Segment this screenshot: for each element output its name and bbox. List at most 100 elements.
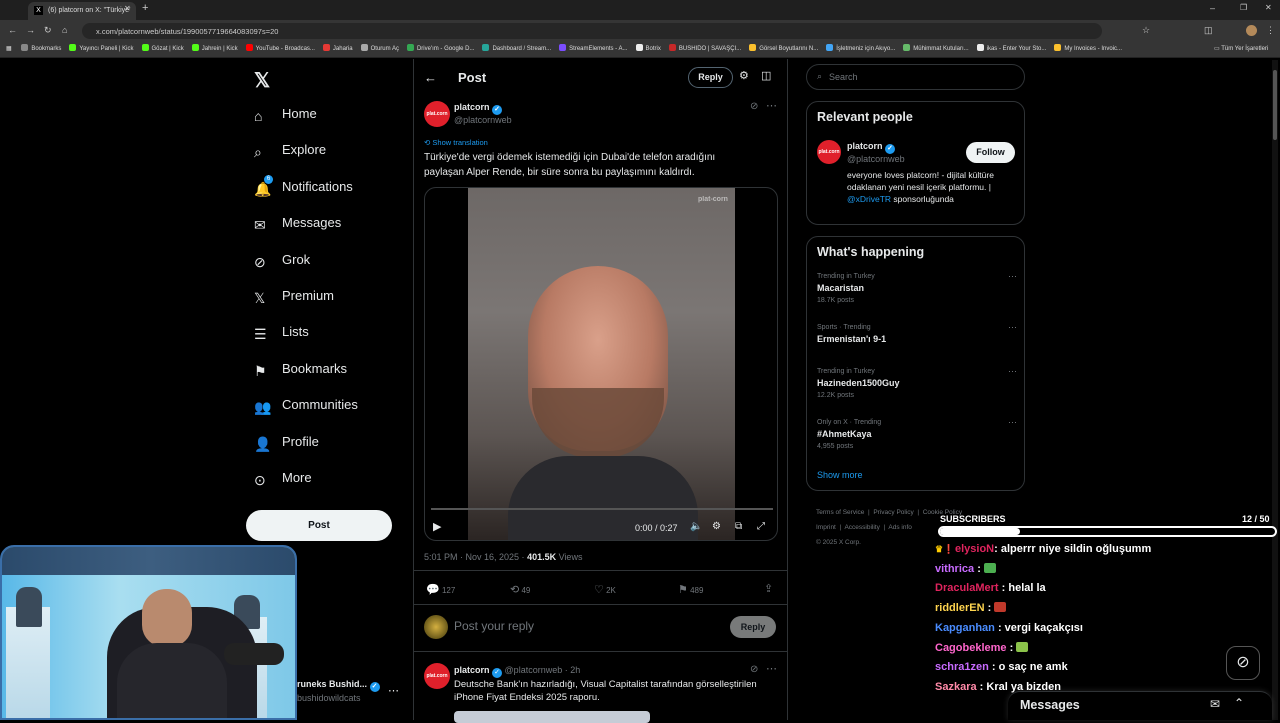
new-tab-icon[interactable]: + (142, 2, 148, 14)
chat-username[interactable]: DraculaMert (935, 582, 999, 594)
nav-item-premium[interactable]: 𝕏 Premium (254, 288, 334, 312)
chat-username[interactable]: riddlerEN (935, 602, 985, 614)
apps-icon[interactable]: ▦ (6, 42, 12, 57)
post-button[interactable]: Post (246, 510, 392, 541)
bookmark-item[interactable]: Mühimmat Kutuları... (903, 42, 969, 57)
chat-username[interactable]: vithrica (935, 563, 974, 575)
bookmark-item[interactable]: StreamElements - A... (559, 42, 628, 57)
reply-author-row[interactable]: platcorn ✓ @platcornweb · 2h (454, 665, 580, 678)
nav-item-home[interactable]: ⌂ Home (254, 106, 317, 130)
page-scrollbar[interactable] (1272, 60, 1278, 720)
reply-image[interactable] (454, 711, 650, 723)
grok-icon[interactable]: ⊘ (750, 101, 758, 112)
nav-item-grok[interactable]: ⊘ Grok (254, 252, 310, 276)
maximize-icon[interactable]: ❐ (1240, 3, 1247, 12)
chat-username[interactable]: Sazkara (935, 681, 977, 693)
header-reply-button[interactable]: Reply (688, 67, 733, 88)
browser-tab[interactable]: X (6) platcorn on X: "Türkiye' (28, 2, 136, 20)
bookmark-item[interactable]: Drive'ım - Google D... (406, 42, 474, 57)
bookmark-item[interactable]: Oturum Aç (360, 42, 399, 57)
forward-icon[interactable]: → (26, 25, 35, 35)
bookmark-item[interactable]: Yayıncı Paneli | Kick (69, 42, 134, 57)
author-avatar[interactable]: plat.corn (424, 101, 450, 127)
person-name-row[interactable]: platcorn ✓ (847, 141, 896, 154)
settings-icon[interactable]: ⚙ (712, 521, 721, 532)
author-handle[interactable]: @platcornweb (454, 115, 512, 125)
chat-username[interactable]: elysioN (955, 543, 994, 555)
bookmark-item[interactable]: Botrix (635, 42, 661, 57)
reply-stat[interactable]: 💬 127 (426, 583, 455, 596)
extensions-icon[interactable]: ◫ (1204, 25, 1213, 36)
chat-username[interactable]: schra1zen (935, 661, 989, 673)
footer-terms[interactable]: Terms of Service (816, 509, 864, 516)
more-options-icon[interactable]: ⋯ (766, 99, 777, 112)
bookmark-item[interactable]: My Invoices - Invoic... (1054, 42, 1122, 57)
bookmark-item[interactable]: İşletmeniz için Akıyo... (826, 42, 895, 57)
author-name-row[interactable]: platcorn ✓ (454, 102, 503, 115)
like-stat[interactable]: ♡ 2K (594, 583, 616, 596)
minimize-icon[interactable]: – (1210, 3, 1215, 13)
my-avatar[interactable] (424, 615, 448, 639)
bookmark-item[interactable]: ikas - Enter Your Sto... (976, 42, 1046, 57)
play-icon[interactable]: ▶ (433, 520, 441, 533)
post-timestamp[interactable]: 5:01 PM · Nov 16, 2025 · (424, 552, 527, 562)
repost-stat[interactable]: ⟲ 49 (510, 583, 530, 596)
bookmark-item[interactable]: Görsel Boyutlarını N... (749, 42, 818, 57)
person-avatar[interactable]: plat.corn (817, 140, 841, 164)
bookmark-item[interactable]: Bookmarks (21, 42, 61, 57)
close-window-icon[interactable]: ✕ (1265, 3, 1272, 12)
bookmark-item[interactable]: Jahrein | Kick (191, 42, 238, 57)
url-field[interactable]: x.com/platcornweb/status/199005771966408… (82, 23, 1102, 39)
reply-input[interactable]: Post your reply (454, 619, 534, 633)
nav-item-profile[interactable]: 👤 Profile (254, 434, 319, 458)
bookmark-item[interactable]: Dashboard / Stream... (482, 42, 551, 57)
nav-item-messages[interactable]: ✉ Messages (254, 215, 341, 239)
pip-icon[interactable]: ⧉ (735, 521, 742, 532)
chat-username[interactable]: Cagobekleme (935, 642, 1007, 654)
bookmark-item[interactable]: Gözat | Kick (141, 42, 184, 57)
home-browser-icon[interactable]: ⌂ (62, 25, 67, 35)
trend-more-icon[interactable]: ⋯ (1008, 366, 1017, 377)
show-more-link[interactable]: Show more (817, 470, 863, 480)
footer-privacy[interactable]: Privacy Policy (873, 509, 913, 516)
fullscreen-icon[interactable]: ⤢ (757, 521, 765, 532)
search-input[interactable]: ⌕ Search (806, 64, 1025, 90)
messages-drawer[interactable]: Messages ✉ ⌃ (1008, 691, 1272, 720)
reply-submit-button[interactable]: Reply (730, 616, 776, 638)
bio-link[interactable]: @xDriveTR (847, 194, 891, 204)
trend-more-icon[interactable]: ⋯ (1008, 417, 1017, 428)
nav-item-notifications[interactable]: 🔔 6 Notifications (254, 174, 353, 203)
close-tab-icon[interactable]: ✕ (124, 4, 131, 13)
person-handle[interactable]: @platcornweb (847, 154, 905, 164)
account-more-icon[interactable]: ⋯ (388, 684, 399, 697)
nav-item-explore[interactable]: ⌕ Explore (254, 142, 326, 166)
nav-item-more[interactable]: ⊙ More (254, 470, 312, 494)
video-player[interactable]: plat-corn ▶ 0:00 / 0:27 🔈 ⚙ ⧉ ⤢ (424, 187, 778, 541)
grok-fab-icon[interactable]: ⊘ (1226, 646, 1260, 680)
video-progress-track[interactable] (431, 508, 773, 510)
follow-button[interactable]: Follow (966, 142, 1015, 163)
back-arrow-icon[interactable]: ← (424, 70, 437, 85)
new-message-icon[interactable]: ✉ (1210, 697, 1220, 711)
x-logo-icon[interactable]: 𝕏 (254, 68, 270, 93)
trend-item[interactable]: Sports · Trending Ermenistan'ı 9-1 ⋯ (817, 322, 1017, 348)
bookmark-item[interactable]: BUSHIDO | SAVAŞÇI... (668, 42, 741, 57)
grok-icon[interactable]: ⊘ (750, 664, 758, 675)
footer-imprint[interactable]: Imprint (816, 524, 836, 531)
trend-more-icon[interactable]: ⋯ (1008, 271, 1017, 282)
nav-item-bookmarks[interactable]: ⚑ Bookmarks (254, 361, 347, 385)
filter-icon[interactable]: ⚙ (739, 69, 749, 82)
reply-author-avatar[interactable]: plat.corn (424, 663, 450, 689)
account-name-row[interactable]: runeks Bushid... ✓ (297, 679, 380, 692)
bookmark-item[interactable]: YouTube - Broadcas... (245, 42, 315, 57)
nav-item-communities[interactable]: 👥 Communities (254, 397, 358, 421)
all-bookmarks[interactable]: ▭ Tüm Yer İşaretleri (1214, 42, 1268, 57)
layout-icon[interactable]: ◫ (761, 69, 771, 82)
volume-icon[interactable]: 🔈 (690, 521, 702, 532)
star-icon[interactable]: ☆ (1142, 25, 1150, 36)
trend-more-icon[interactable]: ⋯ (1008, 322, 1017, 333)
trend-item[interactable]: Only on X · Trending #AhmetKaya 4,955 post… (817, 417, 1017, 450)
trend-item[interactable]: Trending in Turkey Hazineden1500Guy 12.2K … (817, 366, 1017, 399)
profile-avatar[interactable] (1246, 25, 1257, 36)
trend-item[interactable]: Trending in Turkey Macaristan 18.7K posts ⋯ (817, 271, 1017, 304)
